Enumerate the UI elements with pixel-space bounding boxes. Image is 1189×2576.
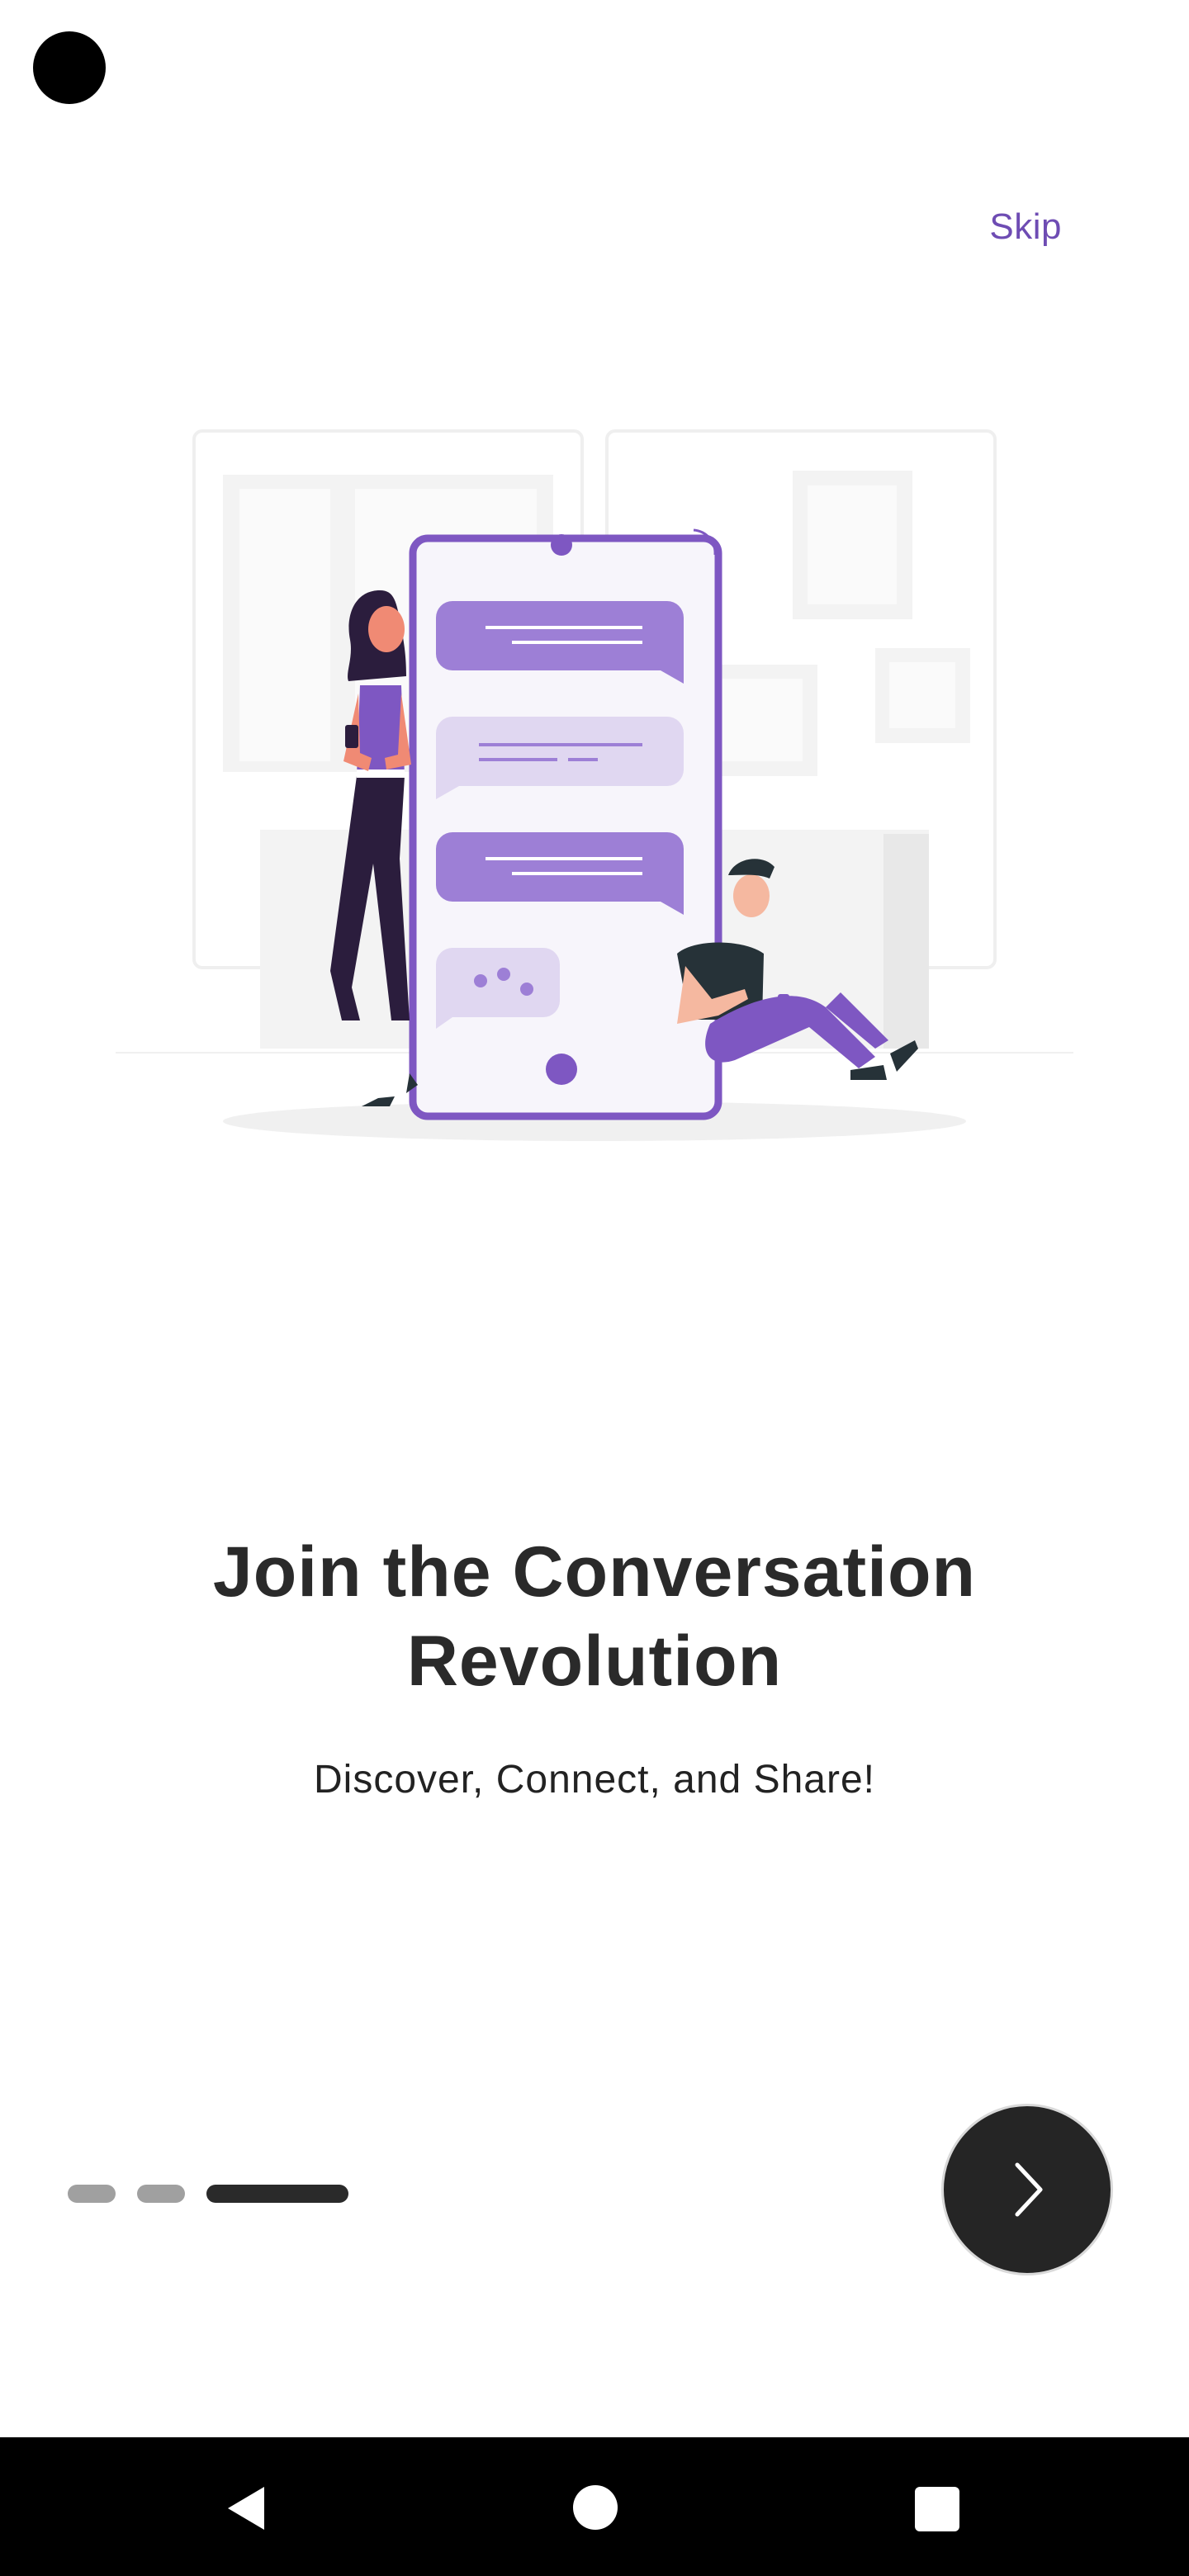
recents-square-icon[interactable]	[915, 2487, 959, 2531]
home-circle-icon[interactable]	[573, 2485, 618, 2530]
onboarding-illustration	[116, 429, 1073, 1141]
next-button[interactable]	[941, 2104, 1113, 2275]
camera-cutout	[33, 31, 106, 104]
page-indicator-dot-3-active	[206, 2185, 348, 2203]
back-triangle-icon[interactable]	[223, 2484, 272, 2533]
page-indicator-dot-2	[137, 2185, 185, 2203]
chevron-right-icon	[1015, 2162, 1043, 2217]
onboarding-subtitle: Discover, Connect, and Share!	[313, 1758, 876, 1802]
system-navigation-bar	[0, 2437, 1189, 2576]
title-line-1: Join the Conversation	[212, 1532, 977, 1612]
skip-button[interactable]: Skip	[989, 206, 1062, 248]
page-indicator-dot-1	[68, 2185, 116, 2203]
title-line-2: Revolution	[406, 1622, 783, 1701]
onboarding-title: Join the Conversation Revolution	[0, 1527, 1189, 1706]
